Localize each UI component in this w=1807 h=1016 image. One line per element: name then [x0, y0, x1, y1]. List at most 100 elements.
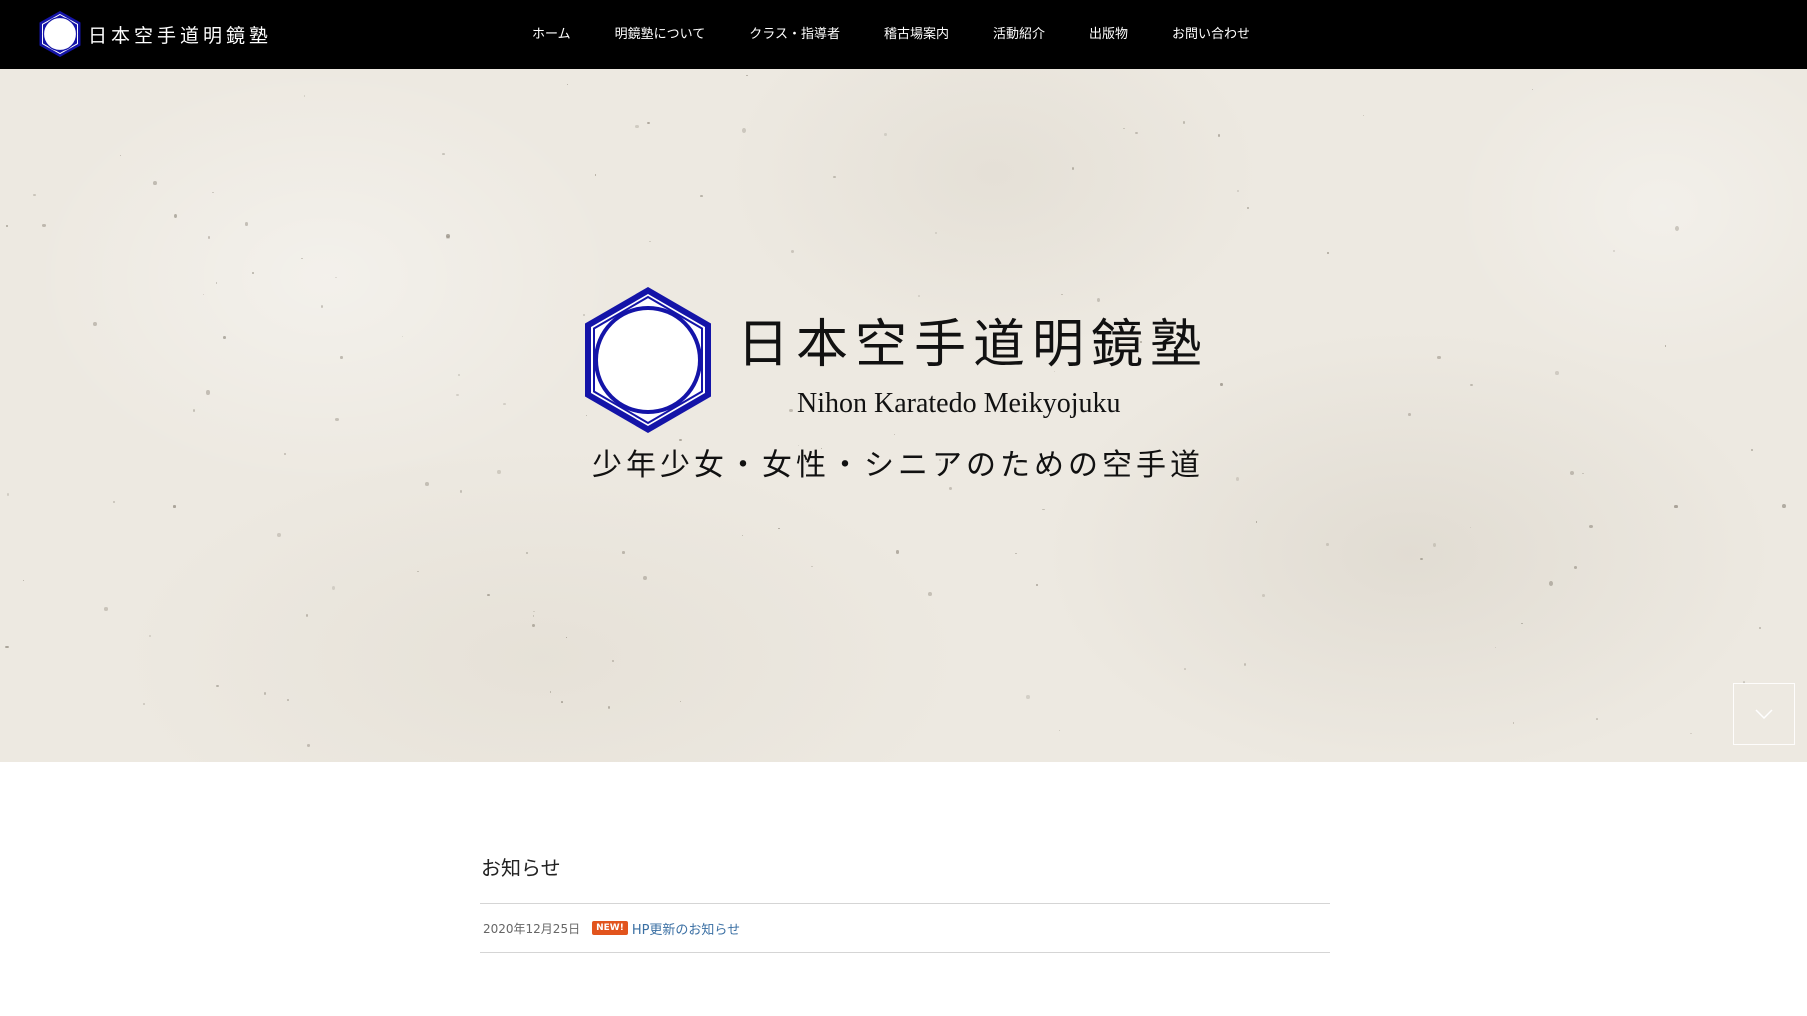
- paper-speck: [149, 634, 151, 637]
- paper-speck: [531, 623, 536, 628]
- paper-speck: [5, 645, 9, 649]
- paper-speck: [1432, 543, 1437, 548]
- paper-speck: [1596, 718, 1599, 721]
- paper-speck: [643, 575, 647, 581]
- paper-speck: [1408, 413, 1411, 416]
- paper-speck: [215, 281, 218, 284]
- paper-speck: [417, 570, 419, 573]
- paper-speck: [1548, 580, 1553, 587]
- paper-speck: [143, 703, 146, 706]
- paper-speck: [1674, 225, 1679, 231]
- paper-speck: [424, 482, 429, 486]
- paper-speck: [1072, 167, 1075, 170]
- paper-speck: [1183, 667, 1186, 670]
- paper-speck: [1237, 190, 1240, 192]
- news-date: 2020年12月25日: [483, 921, 581, 936]
- paper-speck: [700, 194, 703, 197]
- paper-speck: [1512, 722, 1514, 724]
- paper-speck: [1750, 449, 1754, 451]
- paper-speck: [621, 551, 625, 554]
- header-logo[interactable]: 日本空手道明鏡塾: [38, 10, 272, 58]
- paper-speck: [680, 700, 682, 702]
- paper-speck: [648, 240, 651, 243]
- paper-speck: [401, 336, 404, 338]
- paper-speck: [895, 550, 900, 554]
- news-heading: お知らせ: [481, 856, 561, 880]
- paper-speck: [456, 393, 460, 396]
- paper-speck: [104, 607, 108, 611]
- paper-speck: [340, 356, 343, 360]
- hexagon-emblem-icon: [39, 11, 81, 57]
- paper-speck: [321, 304, 324, 308]
- paper-speck: [458, 373, 461, 377]
- paper-speck: [1570, 471, 1575, 476]
- paper-speck: [1495, 646, 1497, 648]
- new-badge: NEW!: [592, 921, 628, 935]
- paper-speck: [646, 121, 650, 125]
- paper-speck: [1555, 371, 1559, 375]
- paper-speck: [1183, 121, 1186, 124]
- paper-speck: [1573, 565, 1578, 569]
- paper-speck: [1220, 383, 1223, 387]
- nav-item-classes[interactable]: クラス・指導者: [727, 0, 862, 69]
- paper-speck: [486, 594, 490, 597]
- paper-speck: [1042, 508, 1045, 511]
- paper-speck: [1134, 131, 1138, 135]
- paper-speck: [1327, 251, 1330, 255]
- news-section: お知らせ 2020年12月25日 NEW! HP更新のお知らせ: [480, 858, 1330, 953]
- hero-tagline: 少年少女・女性・シニアのための空手道: [592, 448, 1204, 483]
- paper-speck: [1589, 525, 1594, 529]
- paper-speck: [634, 124, 639, 128]
- hexagon-emblem-icon: [585, 287, 711, 433]
- nav-item-about[interactable]: 明鏡塾について: [593, 0, 728, 69]
- paper-speck: [303, 94, 306, 97]
- paper-speck: [335, 277, 337, 279]
- paper-speck: [1470, 384, 1473, 387]
- paper-speck: [1325, 542, 1329, 547]
- paper-speck: [1419, 557, 1423, 560]
- paper-speck: [6, 224, 8, 227]
- paper-speck: [1531, 88, 1534, 91]
- chevron-down-icon: [1755, 709, 1773, 719]
- paper-speck: [560, 700, 563, 703]
- paper-speck: [216, 684, 220, 688]
- nav-item-publications[interactable]: 出版物: [1067, 0, 1150, 69]
- nav-item-dojo-guide[interactable]: 稽古場案内: [862, 0, 971, 69]
- paper-speck: [1521, 622, 1523, 624]
- paper-speck: [1014, 552, 1018, 555]
- paper-speck: [153, 180, 157, 185]
- paper-speck: [1781, 504, 1786, 508]
- paper-speck: [22, 580, 25, 582]
- paper-speck: [935, 232, 938, 234]
- paper-speck: [1581, 472, 1585, 475]
- nav-item-contact[interactable]: お問い合わせ: [1150, 0, 1272, 69]
- paper-speck: [566, 83, 569, 86]
- paper-speck: [1058, 729, 1061, 732]
- paper-speck: [222, 336, 226, 340]
- paper-speck: [566, 636, 568, 638]
- paper-speck: [1759, 626, 1762, 629]
- paper-speck: [927, 592, 932, 596]
- paper-speck: [1235, 476, 1240, 481]
- nav-item-activities[interactable]: 活動紹介: [971, 0, 1067, 69]
- nav-item-home[interactable]: ホーム: [510, 0, 593, 69]
- hero-subtitle: Nihon Karatedo Meikyojuku: [797, 388, 1121, 419]
- paper-speck: [612, 659, 615, 662]
- paper-speck: [790, 249, 795, 254]
- paper-speck: [93, 321, 97, 327]
- paper-speck: [884, 132, 888, 136]
- site-header: 日本空手道明鏡塾 ホーム 明鏡塾について クラス・指導者 稽古場案内 活動紹介 …: [0, 0, 1807, 69]
- paper-speck: [1664, 345, 1666, 348]
- news-title-link[interactable]: HP更新のお知らせ: [632, 919, 740, 938]
- paper-speck: [1096, 297, 1100, 302]
- paper-speck: [172, 505, 177, 508]
- paper-speck: [532, 610, 535, 613]
- paper-speck: [1247, 206, 1250, 210]
- paper-speck: [608, 706, 611, 710]
- paper-speck: [244, 222, 249, 227]
- paper-speck: [332, 585, 336, 590]
- paper-speck: [1123, 128, 1125, 130]
- news-item: 2020年12月25日 NEW! HP更新のお知らせ: [480, 904, 1330, 952]
- paper-speck: [893, 433, 896, 435]
- scroll-down-button[interactable]: [1733, 683, 1795, 745]
